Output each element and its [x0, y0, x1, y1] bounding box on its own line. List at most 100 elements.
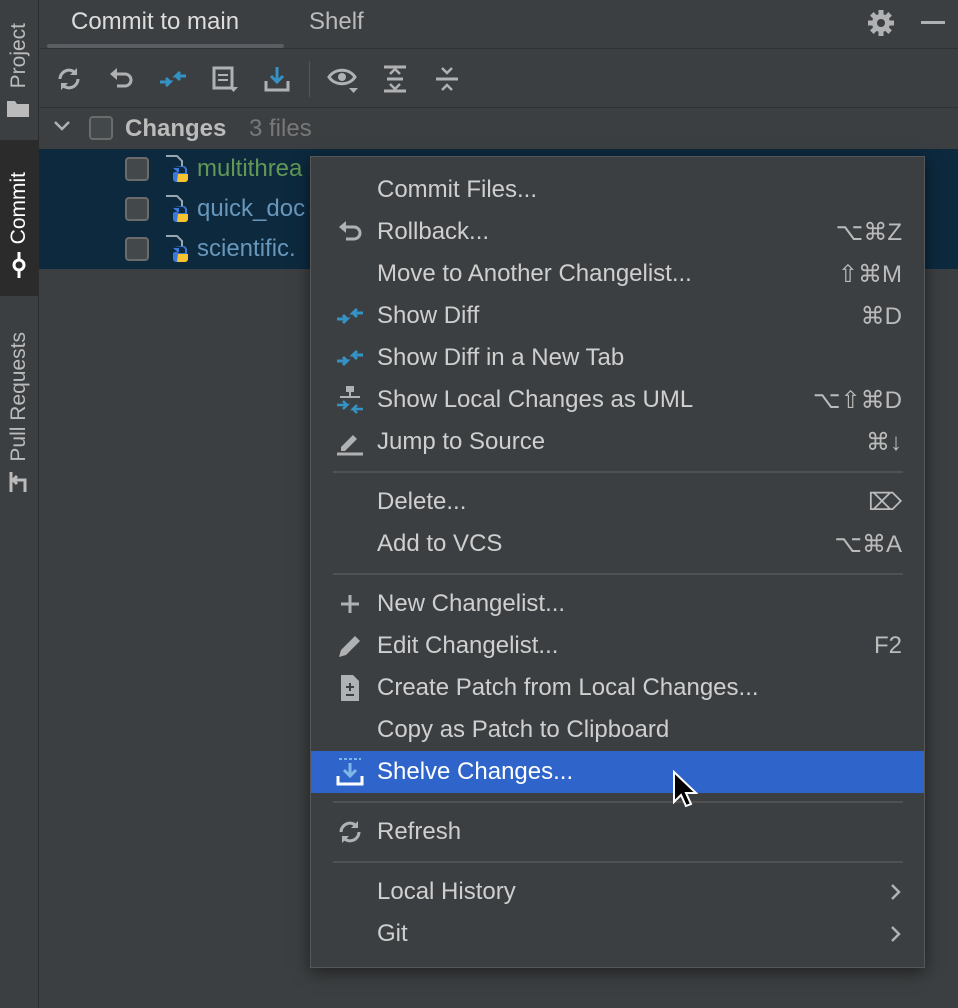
python-file-icon	[163, 154, 193, 189]
menu-item-show-diff-new-tab[interactable]: Show Diff in a New Tab	[311, 337, 924, 379]
menu-item-label: Copy as Patch to Clipboard	[377, 716, 669, 744]
menu-item-shortcut: F2	[874, 632, 902, 660]
commit-toolbar	[39, 49, 958, 108]
menu-separator	[333, 573, 903, 575]
tool-tab-commit[interactable]: Commit	[0, 140, 38, 296]
expand-all-icon[interactable]	[377, 61, 413, 97]
patch-icon	[335, 673, 365, 703]
menu-item-refresh[interactable]: Refresh	[311, 811, 924, 853]
mouse-cursor-icon	[672, 770, 698, 815]
menu-item-local-history[interactable]: Local History	[311, 871, 924, 913]
python-file-icon	[163, 194, 193, 229]
changes-file-count: 3 files	[249, 115, 312, 143]
collapse-all-icon[interactable]	[429, 61, 465, 97]
refresh-icon	[335, 817, 365, 847]
menu-item-label: Local History	[377, 878, 516, 906]
menu-item-label: Refresh	[377, 818, 461, 846]
menu-item-show-diff[interactable]: Show Diff ⌘D	[311, 295, 924, 337]
commit-icon	[6, 252, 32, 283]
menu-item-commit-files[interactable]: Commit Files...	[311, 169, 924, 211]
menu-item-delete[interactable]: Delete... ⌦	[311, 481, 924, 523]
changes-group-label: Changes	[125, 115, 226, 143]
plus-icon	[335, 589, 365, 619]
menu-item-shortcut: ⌘↓	[866, 428, 902, 457]
chevron-down-icon[interactable]	[53, 119, 71, 138]
file-checkbox[interactable]	[125, 237, 149, 261]
menu-item-shortcut: ⌘D	[861, 302, 902, 331]
menu-separator	[333, 801, 903, 803]
menu-item-git[interactable]: Git	[311, 913, 924, 955]
rollback-icon[interactable]	[103, 61, 139, 97]
tab-shelf[interactable]: Shelf	[309, 8, 364, 36]
pencil-icon	[335, 631, 365, 661]
menu-item-shortcut: ⇧⌘M	[838, 260, 902, 289]
menu-item-rollback[interactable]: Rollback... ⌥⌘Z	[311, 211, 924, 253]
tool-window-strip: Project Commit Pull Requests	[0, 0, 39, 1008]
menu-separator	[333, 861, 903, 863]
file-name: multithrea	[197, 155, 302, 183]
toolbar-separator	[309, 61, 310, 97]
menu-item-label: Delete...	[377, 488, 466, 516]
menu-item-create-patch[interactable]: Create Patch from Local Changes...	[311, 667, 924, 709]
commit-tab-bar: Commit to main Shelf	[39, 0, 958, 49]
menu-item-move-to-changelist[interactable]: Move to Another Changelist... ⇧⌘M	[311, 253, 924, 295]
menu-item-label: Shelve Changes...	[377, 758, 573, 786]
menu-item-label: Jump to Source	[377, 428, 545, 456]
rollback-icon	[335, 217, 365, 247]
menu-item-shortcut: ⌥⌘Z	[836, 218, 902, 247]
file-name: scientific.	[197, 235, 296, 263]
context-menu: Commit Files... Rollback... ⌥⌘Z Move to …	[310, 156, 925, 968]
menu-item-label: Create Patch from Local Changes...	[377, 674, 759, 702]
menu-item-label: Rollback...	[377, 218, 489, 246]
active-tab-underline	[47, 44, 284, 48]
menu-item-label: Show Local Changes as UML	[377, 386, 693, 414]
tool-tab-project[interactable]: Project	[0, 0, 38, 124]
python-file-icon	[163, 234, 193, 269]
menu-item-label: Edit Changelist...	[377, 632, 558, 660]
show-diff-icon[interactable]	[155, 61, 191, 97]
show-diff-icon	[335, 301, 365, 331]
uml-icon	[335, 385, 365, 415]
show-diff-icon	[335, 343, 365, 373]
changelist-icon[interactable]	[207, 61, 243, 97]
menu-item-jump-to-source[interactable]: Jump to Source ⌘↓	[311, 421, 924, 463]
file-checkbox[interactable]	[125, 157, 149, 181]
file-name: quick_doc	[197, 195, 305, 223]
tab-commit-to-main[interactable]: Commit to main	[71, 8, 239, 36]
update-icon[interactable]	[259, 61, 295, 97]
shelve-icon	[335, 757, 365, 787]
menu-item-show-uml[interactable]: Show Local Changes as UML ⌥⇧⌘D	[311, 379, 924, 421]
menu-item-label: Show Diff in a New Tab	[377, 344, 624, 372]
chevron-right-icon	[890, 883, 902, 906]
folder-icon	[6, 98, 30, 123]
menu-item-shortcut: ⌥⌘A	[834, 530, 902, 559]
tool-tab-commit-label: Commit	[7, 172, 31, 244]
menu-item-copy-patch[interactable]: Copy as Patch to Clipboard	[311, 709, 924, 751]
gear-icon[interactable]	[867, 9, 895, 42]
menu-item-add-to-vcs[interactable]: Add to VCS ⌥⌘A	[311, 523, 924, 565]
menu-item-label: Commit Files...	[377, 176, 537, 204]
edit-icon	[335, 427, 365, 457]
menu-item-shortcut: ⌦	[868, 488, 902, 517]
pull-request-icon	[7, 470, 31, 499]
minimize-icon[interactable]	[921, 21, 945, 24]
menu-item-shortcut: ⌥⇧⌘D	[813, 386, 902, 415]
menu-item-new-changelist[interactable]: New Changelist...	[311, 583, 924, 625]
tool-tab-project-label: Project	[7, 23, 31, 88]
menu-item-edit-changelist[interactable]: Edit Changelist... F2	[311, 625, 924, 667]
tool-tab-pull-requests-label: Pull Requests	[7, 332, 31, 462]
file-checkbox[interactable]	[125, 197, 149, 221]
refresh-icon[interactable]	[51, 61, 87, 97]
menu-item-label: Move to Another Changelist...	[377, 260, 692, 288]
changes-group-row[interactable]: Changes 3 files	[39, 109, 958, 149]
eye-icon[interactable]	[325, 61, 361, 97]
menu-item-label: Add to VCS	[377, 530, 502, 558]
menu-item-label: Show Diff	[377, 302, 479, 330]
changes-group-checkbox[interactable]	[89, 116, 113, 140]
menu-separator	[333, 471, 903, 473]
chevron-right-icon	[890, 925, 902, 948]
menu-item-label: Git	[377, 920, 408, 948]
menu-item-label: New Changelist...	[377, 590, 565, 618]
menu-item-shelve-changes[interactable]: Shelve Changes...	[311, 751, 924, 793]
tool-tab-pull-requests[interactable]: Pull Requests	[0, 312, 38, 498]
